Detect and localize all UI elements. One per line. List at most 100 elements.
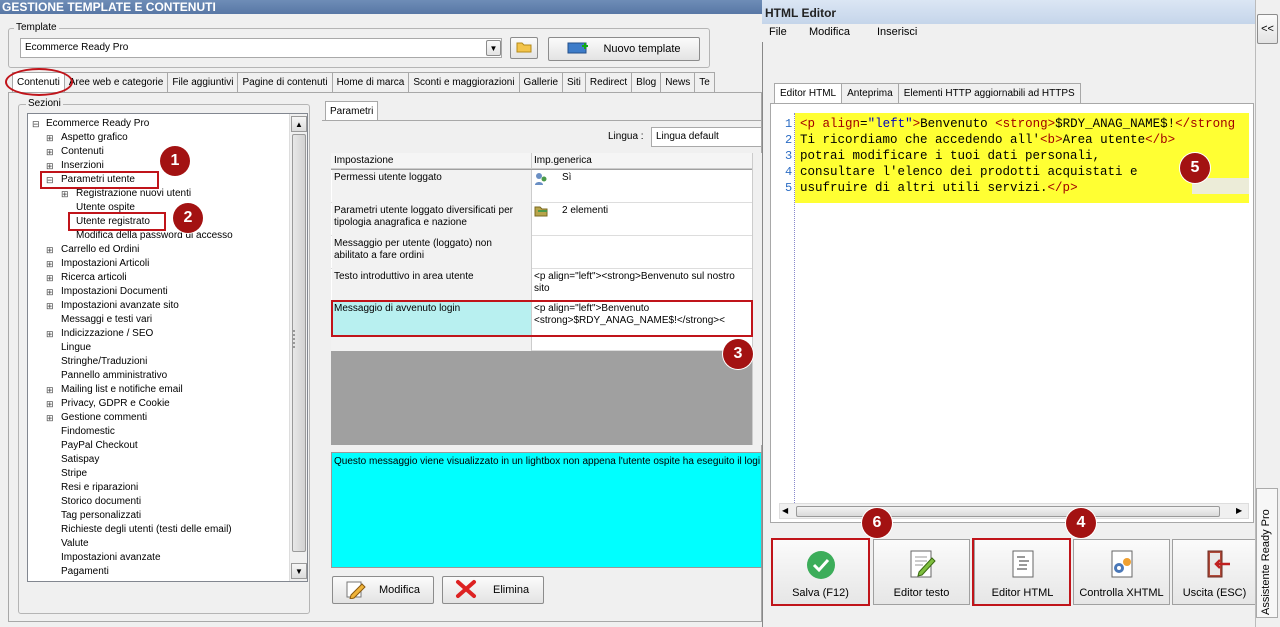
tree-item[interactable]: Messaggi e testi vari [46,313,152,327]
tab-home-di-marca[interactable]: Home di marca [331,72,410,92]
expand-icon[interactable]: ⊞ [46,299,54,313]
collapse-icon[interactable]: ⊟ [32,117,40,131]
value-text: Sì [562,172,572,183]
tree-item[interactable]: Stringhe/Traduzioni [46,355,147,369]
tab-siti[interactable]: Siti [562,72,586,92]
expand-icon[interactable]: ⊞ [46,411,54,425]
tab-news[interactable]: News [660,72,696,92]
editor-menu-modifica[interactable]: Modifica [809,26,850,38]
open-folder-button[interactable] [510,37,538,59]
tree-item[interactable]: ⊞ Gestione commenti [46,411,147,425]
tree-item[interactable]: Stripe [46,467,87,481]
tree-item[interactable]: Storico documenti [46,495,141,509]
tree-item-label: Stripe [61,468,88,479]
grid-row[interactable]: Testo introduttivo in area utente <p alig… [331,269,752,301]
editor-tab-editor-html[interactable]: Editor HTML [774,83,843,104]
expand-icon[interactable]: ⊞ [46,243,54,257]
tree-item[interactable]: Findomestic [46,425,115,439]
editor-menu-inserisci[interactable]: Inserisci [877,26,917,38]
language-select[interactable]: Lingua default [651,127,762,147]
expand-icon[interactable]: ⊞ [46,383,54,397]
tree-item[interactable]: PayPal Checkout [46,439,138,453]
tree-item[interactable]: ⊞ Contenuti [46,145,104,159]
language-label: Lingua : [608,131,644,142]
assistant-tab[interactable]: Assistente Ready Pro [1256,488,1278,618]
tree-item[interactable]: ⊞ Impostazioni avanzate sito [46,299,179,313]
text-editor-button[interactable]: Editor testo [873,539,970,605]
line-number: 2 [785,133,793,147]
tab-pagine-di-contenuti[interactable]: Pagine di contenuti [237,72,333,92]
scroll-right-icon[interactable]: ▶ [1236,506,1242,515]
tree-item[interactable]: Richieste degli utenti (testi delle emai… [46,523,232,537]
edit-button[interactable]: Modifica [332,576,434,604]
step-badge-1: 1 [160,146,190,176]
code-hscrollbar[interactable]: ◀ ▶ [779,503,1249,519]
hscroll-thumb[interactable] [796,506,1220,517]
tree-item[interactable]: Tag personalizzati [46,509,141,523]
tree-item[interactable]: ⊞ Aspetto grafico [46,131,128,145]
expand-icon[interactable]: ⊞ [46,271,54,285]
tree-item[interactable]: Resi e riparazioni [46,481,138,495]
editor-tab-anteprima[interactable]: Anteprima [841,83,899,103]
expand-icon[interactable]: ⊞ [46,145,54,159]
tree-item[interactable]: ⊞ Mailing list e notifiche email [46,383,183,397]
tree-item[interactable]: Pannello amministrativo [46,369,167,383]
grid-row[interactable]: Messaggio per utente (loggato) non abili… [331,236,752,269]
tree-item-label: Mailing list e notifiche email [61,384,183,395]
tab-te[interactable]: Te [694,72,715,92]
grid-scrollbar[interactable] [752,153,762,445]
tab-sconti-e-maggiorazioni[interactable]: Sconti e maggiorazioni [408,72,520,92]
expand-icon[interactable]: ⊞ [46,397,54,411]
tree-item[interactable]: ⊞ Privacy, GDPR e Cookie [46,397,170,411]
tree-item[interactable]: Lingue [46,341,91,355]
tab-file-aggiuntivi[interactable]: File aggiuntivi [167,72,239,92]
tab-parametri[interactable]: Parametri [325,101,379,121]
check-xhtml-button[interactable]: Controlla XHTML [1073,539,1170,605]
tree-item-label: Pannello amministrativo [61,370,168,381]
tab-blog[interactable]: Blog [631,72,662,92]
grid-row[interactable]: Parametri utente loggato diversificati p… [331,203,752,236]
tree-item[interactable]: Valute [46,537,89,551]
tree-item[interactable]: Modifica della password di accesso [61,229,233,243]
tree-item[interactable]: Impostazioni avanzate [46,551,161,565]
exit-button[interactable]: Uscita (ESC) [1172,539,1257,605]
tab-gallerie[interactable]: Gallerie [518,72,564,92]
editor-tab-elementi-http-aggiornabili-ad-https[interactable]: Elementi HTTP aggiornabili ad HTTPS [897,83,1081,103]
scroll-left-icon[interactable]: ◀ [782,506,788,515]
gear-doc-icon [1106,548,1138,583]
editor-menu-file[interactable]: File [769,26,787,38]
expand-icon[interactable]: ⊞ [46,285,54,299]
tree-item[interactable]: Pagamenti [46,565,109,579]
expand-icon[interactable]: ⊞ [61,187,69,201]
delete-button[interactable]: Elimina [442,576,544,604]
chevron-down-icon[interactable]: ▼ [486,40,501,56]
tree-item[interactable]: Satispay [46,453,99,467]
expand-icon[interactable]: ⊞ [46,131,54,145]
grid-row[interactable]: Permessi utente loggato Sì [331,170,752,203]
tree-item[interactable]: ⊞ Indicizzazione / SEO [46,327,153,341]
assistant-collapse-button[interactable]: << [1257,14,1278,44]
value-cell: Sì [532,170,752,203]
new-template-icon [567,42,589,57]
tree-item-label: Impostazioni avanzate [61,552,161,563]
expand-icon[interactable]: ⊞ [46,257,54,271]
tree-item[interactable]: ⊞ Carrello ed Ordini [46,243,139,257]
template-select[interactable]: Ecommerce Ready Pro [20,38,502,58]
splitter-handle[interactable] [293,330,297,348]
tab-aree-web-e-categorie[interactable]: Aree web e categorie [63,72,169,92]
scroll-up-icon[interactable]: ▲ [291,116,307,132]
tree-item-label: Resi e riparazioni [61,482,139,493]
tree-scrollbar[interactable]: ▲ ▼ [289,114,307,581]
step-badge-6: 6 [862,508,892,538]
tree-item[interactable]: ⊞ Registrazione nuovi utenti [61,187,191,201]
line-number: 3 [785,149,793,163]
scroll-down-icon[interactable]: ▼ [291,563,307,579]
new-template-button[interactable]: Nuovo template [548,37,700,61]
tree-item[interactable]: ⊞ Impostazioni Articoli [46,257,149,271]
tab-redirect[interactable]: Redirect [584,72,633,92]
expand-icon[interactable]: ⊞ [46,327,54,341]
tree-root[interactable]: ⊟ Ecommerce Ready Pro [32,117,149,131]
delete-label: Elimina [493,584,530,596]
tree-item[interactable]: ⊞ Impostazioni Documenti [46,285,168,299]
tree-item[interactable]: ⊞ Ricerca articoli [46,271,127,285]
